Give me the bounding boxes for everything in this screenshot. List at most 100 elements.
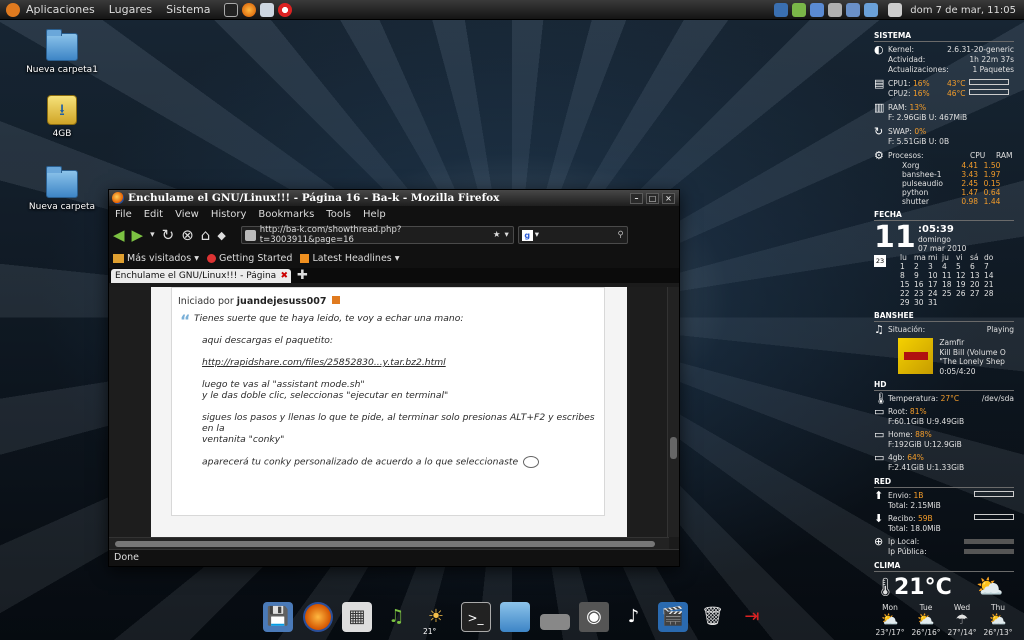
save-drive-icon[interactable]: 💾 (263, 602, 293, 632)
url-bar[interactable]: http://ba-k.com/showthread.php?t=3003911… (240, 225, 514, 245)
logout-dock-icon[interactable]: ⇥ (737, 602, 767, 632)
calendar-day: 16 (914, 280, 924, 289)
banshee-track-block: Zamfir Kill Bill (Volume O "The Lonely S… (874, 338, 1014, 376)
forecast-day-name: Tue (919, 603, 933, 612)
ubuntu-logo-icon[interactable] (6, 2, 20, 17)
desktop-icon-nueva-carpeta1[interactable]: Nueva carpeta1 (17, 29, 107, 75)
speaker-dock-icon[interactable]: ◉ (579, 602, 609, 632)
display-tray-icon[interactable] (846, 3, 861, 17)
home-icon[interactable]: ⌂ (201, 226, 211, 244)
calendar-day: 5 (956, 262, 961, 271)
firefox-dock-icon[interactable] (302, 602, 333, 632)
new-tab-icon[interactable]: ✚ (297, 269, 308, 283)
network-tray-icon[interactable] (774, 3, 789, 17)
menu-bookmarks[interactable]: Bookmarks (258, 209, 314, 220)
download-link[interactable]: http://rapidshare.com/files/25852830...y… (202, 357, 598, 368)
url-dropdown-icon[interactable]: ▾ (505, 230, 509, 240)
window-titlebar[interactable]: Enchulame el GNU/Linux!!! - Página 16 - … (109, 190, 679, 206)
terminal-launcher-icon[interactable] (224, 2, 239, 17)
trash-dock-icon[interactable]: 🗑 (698, 602, 728, 632)
post-link-icon[interactable] (331, 296, 340, 304)
drive-dock-icon[interactable] (539, 614, 570, 630)
firefox-launcher-icon[interactable] (242, 2, 257, 17)
menu-lugares[interactable]: Lugares (109, 3, 152, 16)
hd-root-label: Root: (888, 407, 908, 416)
menu-view[interactable]: View (175, 209, 199, 220)
video-dock-icon[interactable]: 🎬 (658, 602, 688, 632)
folder-dock-icon[interactable] (500, 602, 530, 632)
menu-file[interactable]: File (115, 209, 132, 220)
back-arrow-icon[interactable]: ◀ (113, 226, 125, 244)
tab-active[interactable]: Enchulame el GNU/Linux!!! - Página ... ✖ (111, 269, 291, 283)
calendar-dock-icon[interactable]: ▦ (342, 602, 372, 632)
navigation-toolbar: ◀ ▶ ▾ ↻ ⊗ ⌂ ◆ http://ba-k.com/showthread… (109, 222, 679, 248)
banshee-status-value: Playing (986, 325, 1014, 334)
calendar-day: 19 (956, 280, 966, 289)
uptime-value: 1h 22m 37s (969, 55, 1014, 64)
post-line (202, 324, 598, 335)
minimize-button[interactable]: – (630, 192, 643, 204)
search-icon[interactable]: ⚲ (618, 230, 624, 240)
stop-icon[interactable]: ⊗ (181, 226, 194, 244)
status-text: Done (114, 552, 139, 563)
tab-strip: Enchulame el GNU/Linux!!! - Página ... ✖… (109, 268, 679, 283)
music-note-dock-icon[interactable]: ♪ (619, 602, 649, 632)
forum-post-area: Iniciado por juandejesuss007 “ Tienes su… (151, 287, 627, 537)
ip-redacted (964, 539, 1014, 544)
search-engine-dropdown-icon[interactable]: ▾ (535, 230, 618, 240)
scrollbar-thumb[interactable] (115, 541, 655, 547)
post-line (202, 445, 598, 456)
menu-tools[interactable]: Tools (326, 209, 351, 220)
hd-device: /dev/sda (981, 394, 1014, 403)
net-upload-row: ⬆ Envio: 1B (874, 490, 1014, 501)
status-bar: Done (109, 549, 679, 566)
history-dropdown-icon[interactable]: ▾ (150, 230, 155, 240)
bookmark-toolbar-icon[interactable]: ◆ (217, 229, 225, 242)
reload-icon[interactable]: ↻ (162, 226, 175, 244)
help-launcher-icon[interactable] (278, 2, 293, 17)
tab-close-icon[interactable]: ✖ (280, 271, 288, 281)
date-full: 07 mar 2010 (918, 244, 967, 253)
music-dock-icon[interactable]: ♫ (382, 602, 412, 632)
close-button[interactable]: × (662, 192, 675, 204)
chat-tray-icon[interactable] (864, 3, 879, 17)
menu-history[interactable]: History (211, 209, 247, 220)
vertical-scrollbar[interactable] (667, 287, 679, 537)
forward-arrow-icon[interactable]: ▶ (132, 226, 144, 244)
music-tray-icon[interactable] (792, 3, 807, 17)
desktop-icon-4gb[interactable]: ⭳ 4GB (17, 95, 107, 139)
maximize-button[interactable]: □ (646, 192, 659, 204)
flag-tray-icon[interactable] (810, 3, 825, 17)
ram-column-header: RAM (996, 151, 1013, 160)
weather-dock-icon[interactable]: ☀ 21° (421, 602, 451, 636)
mail-tray-icon[interactable] (888, 3, 903, 17)
volume-tray-icon[interactable] (828, 3, 843, 17)
horizontal-scrollbar[interactable] (109, 537, 669, 549)
calendar-day: 23 (914, 289, 924, 298)
calendar-day: 12 (956, 271, 966, 280)
calendar-day: 28 (984, 289, 994, 298)
scrollbar-thumb[interactable] (670, 437, 677, 459)
menu-sistema[interactable]: Sistema (166, 3, 210, 16)
calendar-day: 25 (942, 289, 952, 298)
menu-aplicaciones[interactable]: Aplicaciones (26, 3, 95, 16)
desktop-icon-nueva-carpeta[interactable]: Nueva carpeta (17, 166, 107, 212)
terminal-dock-icon[interactable]: >_ (460, 602, 491, 632)
hd-home-row: ▭ Home: 88% (874, 429, 1014, 440)
folder-icon (113, 253, 124, 263)
post-author[interactable]: juandejesuss007 (237, 296, 327, 307)
google-icon[interactable]: g (521, 229, 533, 241)
bookmark-latest-headlines[interactable]: Latest Headlines ▾ (312, 253, 399, 264)
bookmark-star-icon[interactable]: ★ (493, 230, 501, 240)
folder-icon (46, 166, 78, 198)
calendar-day: 27 (970, 289, 980, 298)
search-input[interactable]: g ▾ ⚲ (517, 226, 628, 244)
panel-clock[interactable]: dom 7 de mar, 11:05 (910, 5, 1016, 16)
cpu2-bar (969, 89, 1010, 95)
mail-launcher-icon[interactable] (260, 2, 275, 17)
menu-help[interactable]: Help (363, 209, 386, 220)
banshee-status-label: Situación: (888, 325, 926, 334)
menu-edit[interactable]: Edit (144, 209, 163, 220)
bookmark-mas-visitados[interactable]: Más visitados ▾ (127, 253, 199, 264)
bookmark-getting-started[interactable]: Getting Started (219, 253, 292, 264)
